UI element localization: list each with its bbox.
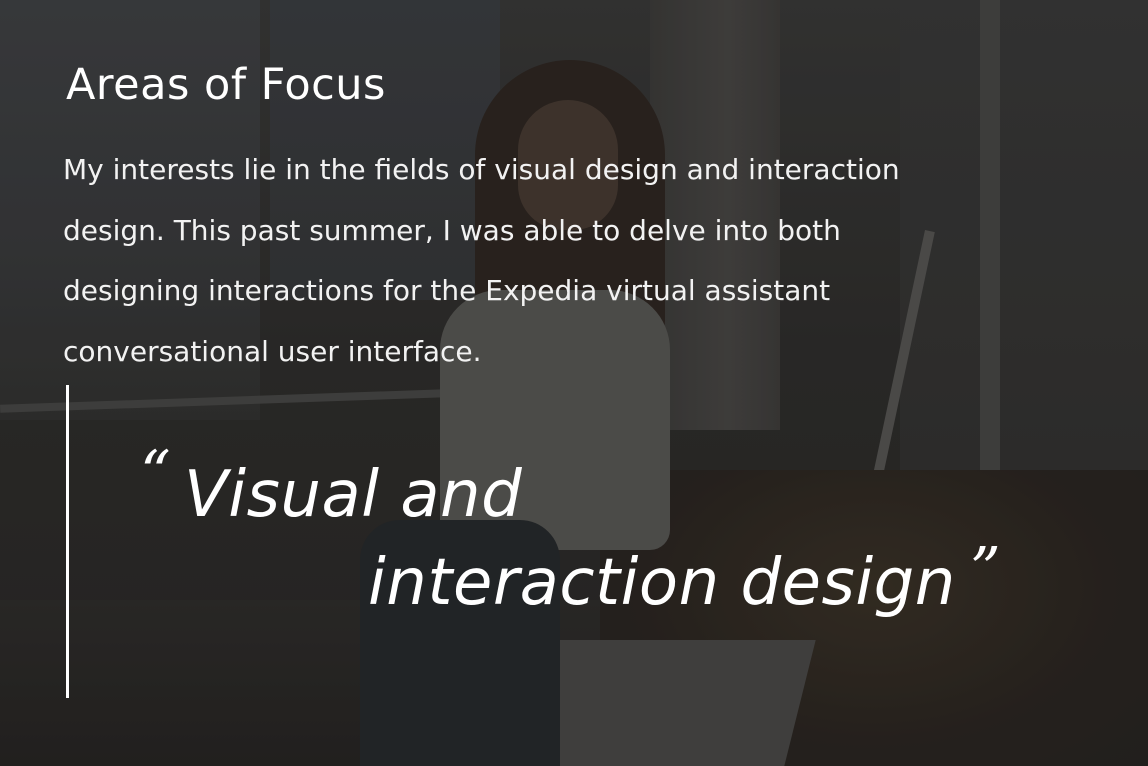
page-title: Areas of Focus [66,60,386,110]
dark-overlay [0,0,1148,766]
close-quote-mark: ” [970,535,1001,605]
intro-line: design. This past summer, I was able to … [63,213,841,247]
pull-quote-line-2: interaction design [368,546,956,620]
open-quote-mark: “ [140,438,171,508]
intro-line: My interests lie in the fields of visual… [63,153,900,186]
intro-paragraph: My interests lie in the fields of visual… [63,140,1083,382]
intro-line: conversational user interface. [63,334,482,368]
quote-divider [66,385,69,698]
intro-line: designing interactions for the Expedia v… [63,274,831,307]
slide: Areas of Focus My interests lie in the f… [0,0,1148,766]
pull-quote-line-1: Visual and [184,458,523,532]
